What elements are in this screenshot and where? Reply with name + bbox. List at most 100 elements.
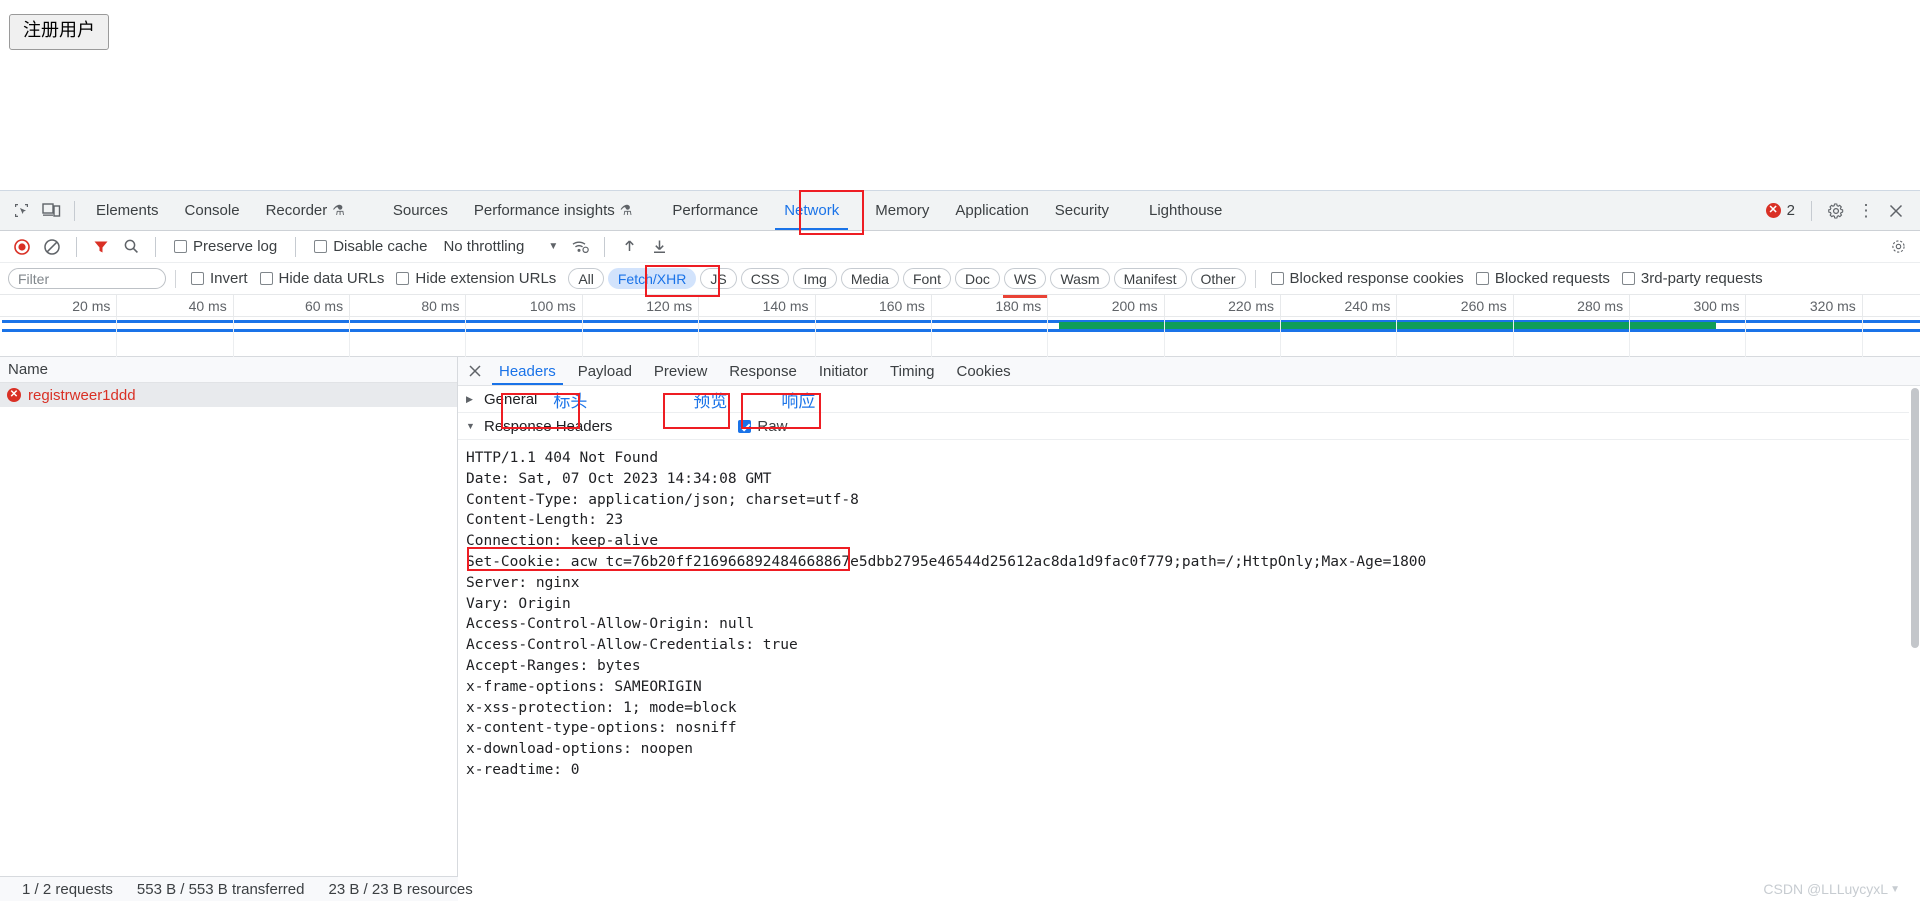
response-header-line: Access-Control-Allow-Origin: null (466, 616, 755, 633)
timeline-tick-label: 40 ms (188, 298, 227, 314)
error-count-label: 2 (1786, 202, 1795, 219)
register-user-button[interactable]: 注册用户 (9, 14, 109, 50)
filter-divider-1 (175, 269, 176, 288)
throttling-dropdown[interactable]: No throttling ▼ (437, 238, 564, 255)
chip-manifest[interactable]: Manifest (1113, 268, 1187, 289)
request-list-header: Name (0, 357, 457, 383)
timeline-tick (1629, 295, 1631, 317)
hide-data-urls-checkbox[interactable]: Hide data URLs (254, 270, 391, 287)
detail-tab-preview[interactable]: Preview (643, 357, 718, 385)
detail-tab-label: Response (729, 362, 797, 380)
clear-icon[interactable] (38, 234, 66, 260)
record-button[interactable] (8, 234, 36, 260)
blocked-requests-checkbox[interactable]: Blocked requests (1470, 270, 1616, 287)
tab-memory[interactable]: Memory (862, 191, 942, 230)
tab-security[interactable]: Security (1042, 191, 1122, 230)
filter-input[interactable] (8, 268, 166, 289)
detail-tab-cookies[interactable]: Cookies (945, 357, 1021, 385)
chip-css[interactable]: CSS (740, 268, 790, 289)
tab-console[interactable]: Console (172, 191, 253, 230)
network-overview-timeline[interactable]: 20 ms 40 ms 60 ms 80 ms 100 ms 120 ms 140 ms 16… (0, 295, 1920, 357)
tab-recorder[interactable]: Recorder ⚗ (253, 191, 358, 230)
chip-ws[interactable]: WS (1003, 268, 1047, 289)
watermark-caret-icon: ▼ (1890, 883, 1900, 895)
error-count-badge[interactable]: ✕ 2 (1760, 202, 1801, 219)
timeline-tick-label: 220 ms (1228, 298, 1274, 314)
chip-wasm[interactable]: Wasm (1050, 268, 1110, 289)
disable-cache-checkbox[interactable]: Disable cache (306, 238, 435, 255)
chip-label: Img (803, 270, 827, 287)
detail-scrollbar-thumb[interactable] (1911, 388, 1919, 648)
network-conditions-icon[interactable] (566, 234, 594, 260)
timeline-gridline (1512, 317, 1514, 357)
timeline-tick (1047, 295, 1049, 317)
response-header-line: Date: Sat, 07 Oct 2023 14:34:08 GMT (466, 470, 772, 487)
filter-icon[interactable] (87, 234, 115, 260)
resource-type-chips: All Fetch/XHR JS CSS Img Media Font Doc … (568, 268, 1246, 289)
chip-media[interactable]: Media (840, 268, 899, 289)
network-settings-gear-icon[interactable] (1884, 234, 1912, 260)
checkbox-box (396, 272, 410, 285)
detail-tab-response[interactable]: Response (718, 357, 808, 385)
chip-other[interactable]: Other (1190, 268, 1246, 289)
inspect-element-icon[interactable] (6, 197, 36, 225)
detail-scrollbar-track[interactable] (1909, 386, 1920, 901)
detail-tab-headers[interactable]: Headers (488, 357, 567, 385)
raw-checkbox[interactable]: Raw (738, 418, 787, 435)
close-icon[interactable] (462, 358, 488, 384)
table-row[interactable]: ✕ registrweer1ddd (0, 383, 457, 407)
network-filter-bar: Invert Hide data URLs Hide extension URL… (0, 263, 1920, 295)
tab-label: Lighthouse (1148, 202, 1223, 219)
tab-elements[interactable]: Elements (83, 191, 172, 230)
preserve-log-label: Preserve log (193, 238, 278, 255)
error-icon: ✕ (1765, 203, 1781, 218)
gear-icon[interactable] (1822, 197, 1850, 225)
tab-label: Security (1054, 202, 1109, 219)
chip-doc[interactable]: Doc (954, 268, 1000, 289)
hide-extension-urls-checkbox[interactable]: Hide extension URLs (390, 270, 562, 287)
detail-tab-label: Initiator (818, 362, 869, 380)
timeline-tick-label: 20 ms (72, 298, 111, 314)
kebab-menu-icon[interactable]: ⋮ (1852, 197, 1880, 225)
detail-tab-label: Preview (653, 362, 708, 380)
device-toolbar-icon[interactable] (36, 197, 66, 225)
tab-sources[interactable]: Sources (380, 191, 461, 230)
chip-label: Other (1200, 270, 1236, 287)
export-har-icon[interactable] (645, 234, 673, 260)
chip-fetch-xhr[interactable]: Fetch/XHR (607, 268, 697, 289)
chip-label: All (578, 270, 594, 287)
detail-tab-label: Timing (890, 362, 935, 380)
tab-application[interactable]: Application (942, 191, 1041, 230)
devtools-panel: Elements Console Recorder ⚗ Sources Perfo… (0, 190, 1920, 903)
tabbar-divider (74, 200, 75, 221)
tab-label: Sources (392, 202, 448, 219)
timeline-tick (1163, 295, 1165, 317)
chip-img[interactable]: Img (793, 268, 837, 289)
close-icon[interactable] (1882, 197, 1910, 225)
blocked-response-cookies-checkbox[interactable]: Blocked response cookies (1265, 270, 1470, 287)
chip-js[interactable]: JS (700, 268, 737, 289)
import-har-icon[interactable] (615, 234, 643, 260)
timeline-gridline (1861, 317, 1863, 357)
timeline-tick-label: 160 ms (878, 298, 925, 314)
response-headers-section-header[interactable]: ▼ Response Headers Raw (458, 413, 1920, 440)
tabbar-right-controls: ✕ 2 ⋮ (1760, 197, 1920, 225)
chip-all[interactable]: All (568, 268, 604, 289)
search-icon[interactable] (117, 234, 145, 260)
preserve-log-checkbox[interactable]: Preserve log (166, 238, 285, 255)
tab-network[interactable]: Network (771, 191, 852, 230)
invert-checkbox[interactable]: Invert (185, 270, 254, 287)
third-party-requests-checkbox[interactable]: 3rd-party requests (1616, 270, 1769, 287)
watermark-text: CSDN @LLLuycyxL (1763, 881, 1889, 897)
general-section-header[interactable]: ▶ General 标头 预览 响应 (458, 386, 1920, 413)
web-page-viewport: 注册用户 (0, 0, 1920, 190)
detail-tab-timing[interactable]: Timing (879, 357, 945, 385)
tab-performance[interactable]: Performance (659, 191, 771, 230)
timeline-gridline (930, 317, 932, 357)
tab-performance-insights[interactable]: Performance insights ⚗ (461, 191, 645, 230)
detail-tab-initiator[interactable]: Initiator (808, 357, 879, 385)
detail-tab-payload[interactable]: Payload (567, 357, 643, 385)
chip-font[interactable]: Font (902, 268, 951, 289)
timeline-tick-label: 260 ms (1460, 298, 1507, 314)
tab-lighthouse[interactable]: Lighthouse (1136, 191, 1235, 230)
